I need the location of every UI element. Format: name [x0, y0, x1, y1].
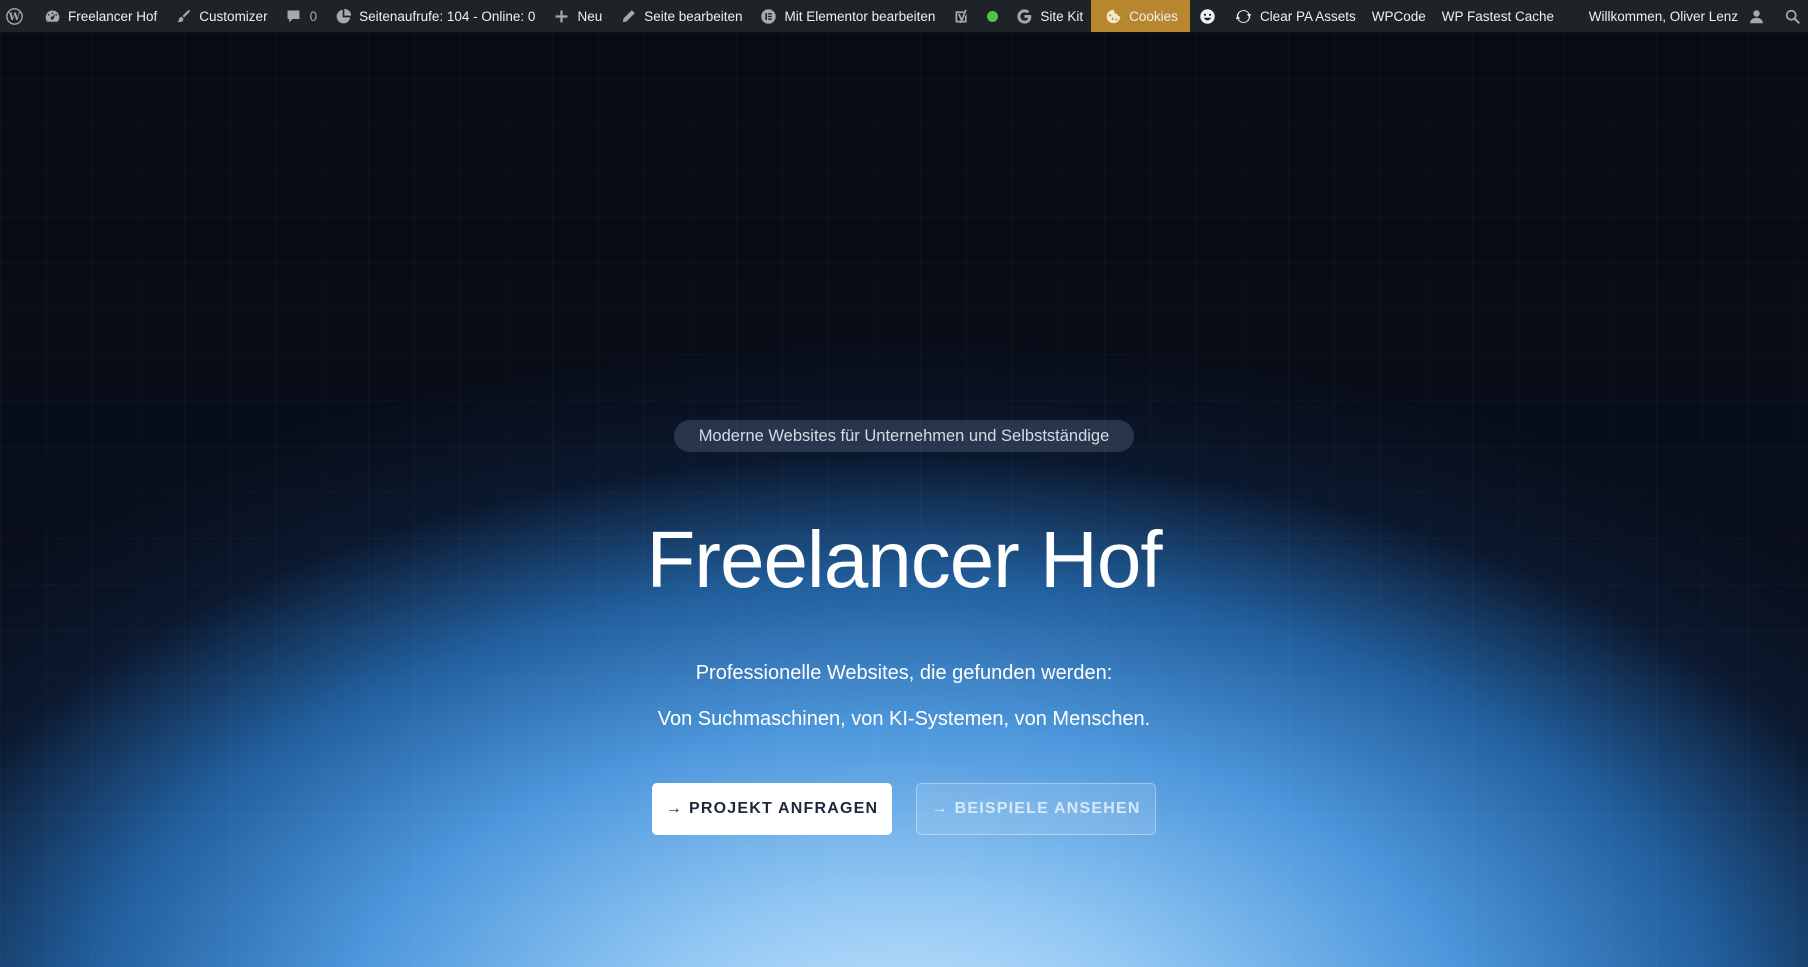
welcome-label: Willkommen, Oliver Lenz	[1588, 8, 1738, 24]
dashboard-icon	[42, 6, 62, 26]
edit-elementor-link[interactable]: Mit Elementor bearbeiten	[751, 0, 944, 32]
pie-chart-icon	[333, 6, 353, 26]
clear-pa-assets-link[interactable]: Clear PA Assets	[1226, 0, 1364, 32]
site-name-menu[interactable]: Freelancer Hof	[34, 0, 165, 32]
comment-bubble-icon	[284, 6, 304, 26]
clear-pa-assets-label: Clear PA Assets	[1259, 8, 1356, 24]
new-content-menu[interactable]: Neu	[543, 0, 610, 32]
background-grid	[0, 32, 1808, 967]
status-dot-icon	[987, 10, 999, 22]
edit-page-label: Seite bearbeiten	[644, 8, 743, 24]
wp-fastest-cache-label: WP Fastest Cache	[1441, 8, 1555, 24]
user-avatar-icon	[1746, 6, 1766, 26]
pageviews-label: Seitenaufrufe: 104 - Online: 0	[359, 8, 536, 24]
seo-score-indicator[interactable]	[979, 0, 1006, 32]
customizer-link[interactable]: Customizer	[165, 0, 275, 32]
search-icon	[1782, 6, 1802, 26]
request-project-label: PROJEKT ANFRAGEN	[688, 800, 879, 817]
plugin-emoji-menu[interactable]	[1190, 0, 1226, 32]
elementor-icon	[759, 6, 779, 26]
site-kit-label: Site Kit	[1040, 8, 1084, 24]
hero-subtitle-line-1: Professionelle Websites, die gefunden we…	[695, 662, 1113, 684]
hero-tagline-badge: Moderne Websites für Unternehmen und Sel…	[674, 420, 1134, 452]
hero-subtitle-line-2: Von Suchmaschinen, von KI-Systemen, von …	[657, 708, 1151, 730]
smiley-icon	[1198, 6, 1218, 26]
cookies-label: Cookies	[1129, 8, 1178, 24]
cookies-menu[interactable]: Cookies	[1091, 0, 1190, 32]
site-kit-menu[interactable]: Site Kit	[1006, 0, 1091, 32]
admin-bar-right: Willkommen, Oliver Lenz	[1581, 0, 1808, 32]
refresh-icon	[1234, 6, 1254, 26]
edit-page-link[interactable]: Seite bearbeiten	[610, 0, 750, 32]
svg-text:W: W	[7, 11, 20, 23]
comments-link[interactable]: 0	[276, 0, 326, 32]
admin-bar-left: W Freelancer Hof Customizer 0 Seitenaufr…	[0, 0, 1562, 32]
account-menu[interactable]: Willkommen, Oliver Lenz	[1581, 0, 1774, 32]
plus-icon	[551, 6, 571, 26]
admin-bar: W Freelancer Hof Customizer 0 Seitenaufr…	[0, 0, 1808, 32]
google-g-icon	[1014, 6, 1034, 26]
view-examples-label: BEISPIELE ANSEHEN	[954, 800, 1141, 817]
wp-fastest-cache-menu[interactable]: WP Fastest Cache	[1434, 0, 1562, 32]
new-label: Neu	[577, 8, 603, 24]
arrow-right-icon: →	[665, 800, 683, 817]
request-project-button[interactable]: → PROJEKT ANFRAGEN	[652, 783, 892, 835]
customizer-label: Customizer	[199, 8, 268, 24]
cookie-icon	[1103, 6, 1123, 26]
pageviews-stats[interactable]: Seitenaufrufe: 104 - Online: 0	[325, 0, 543, 32]
wordpress-icon: W	[4, 6, 24, 26]
edit-elementor-label: Mit Elementor bearbeiten	[784, 8, 936, 24]
comments-count: 0	[309, 8, 318, 24]
wpcode-menu[interactable]: WPCode	[1364, 0, 1434, 32]
search-toggle[interactable]	[1774, 0, 1808, 32]
arrow-right-icon: →	[931, 800, 949, 817]
brush-icon	[173, 6, 193, 26]
site-name-label: Freelancer Hof	[68, 8, 158, 24]
hero-section	[0, 32, 1808, 967]
wpcode-label: WPCode	[1371, 8, 1426, 24]
wordpress-logo-menu[interactable]: W	[0, 0, 34, 32]
yoast-seo-menu[interactable]	[943, 0, 979, 32]
pencil-icon	[618, 6, 638, 26]
hero-title: Freelancer Hof	[646, 515, 1162, 604]
view-examples-button[interactable]: → BEISPIELE ANSEHEN	[916, 783, 1156, 835]
yoast-icon	[951, 6, 971, 26]
